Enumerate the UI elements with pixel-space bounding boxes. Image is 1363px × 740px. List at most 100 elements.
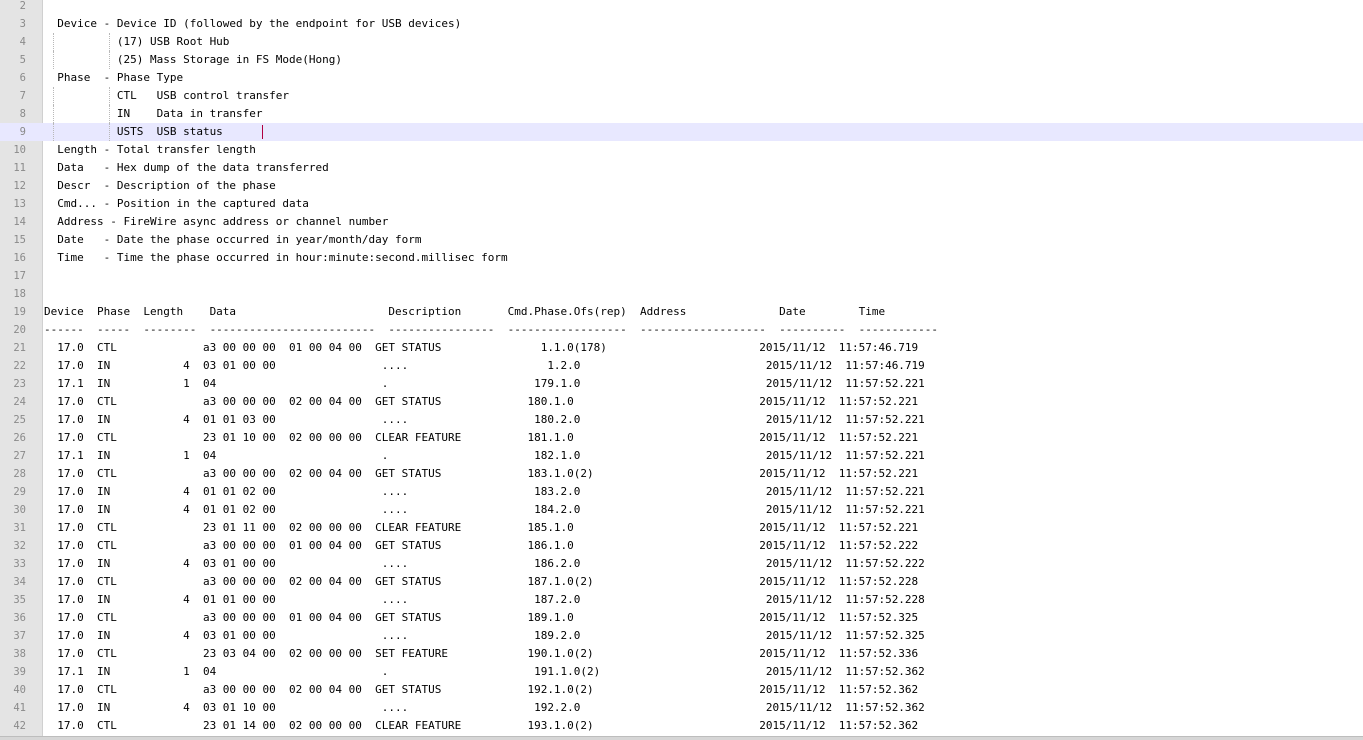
line-text: 17.0 CTL a3 00 00 00 02 00 04 00 GET STA…: [44, 467, 919, 480]
line-number: 33: [13, 558, 26, 570]
line-text: 17.1 IN 1 04 . 182.1.0 2015/11/12 11:57:…: [44, 449, 925, 462]
indent-guide: [53, 87, 54, 105]
editor-line[interactable]: 35 17.0 IN 4 01 01 00 00 .... 187.2.0 20…: [0, 591, 1363, 609]
line-number: 40: [13, 684, 26, 696]
editor-line[interactable]: 9 USTS USB status: [0, 123, 1363, 141]
text-editor[interactable]: 23 Device - Device ID (followed by the e…: [0, 0, 1363, 740]
indent-guide: [109, 87, 110, 105]
line-text: Cmd... - Position in the captured data: [44, 197, 309, 210]
editor-line[interactable]: 13 Cmd... - Position in the captured dat…: [0, 195, 1363, 213]
editor-line[interactable]: 40 17.0 CTL a3 00 00 00 02 00 04 00 GET …: [0, 681, 1363, 699]
line-text: 17.0 CTL a3 00 00 00 01 00 04 00 GET STA…: [44, 611, 919, 624]
line-text: 17.0 IN 4 03 01 10 00 .... 192.2.0 2015/…: [44, 701, 925, 714]
line-number: 13: [13, 198, 26, 210]
line-number: 15: [13, 234, 26, 246]
editor-line[interactable]: 28 17.0 CTL a3 00 00 00 02 00 04 00 GET …: [0, 465, 1363, 483]
line-number: 29: [13, 486, 26, 498]
line-text: 17.0 CTL a3 00 00 00 01 00 04 00 GET STA…: [44, 539, 919, 552]
line-number: 26: [13, 432, 26, 444]
editor-line[interactable]: 15 Date - Date the phase occurred in yea…: [0, 231, 1363, 249]
editor-line[interactable]: 17: [0, 267, 1363, 285]
editor-line[interactable]: 23 17.1 IN 1 04 . 179.1.0 2015/11/12 11:…: [0, 375, 1363, 393]
editor-line[interactable]: 2: [0, 0, 1363, 15]
line-text: Address - FireWire async address or chan…: [44, 215, 389, 228]
editor-line[interactable]: 26 17.0 CTL 23 01 10 00 02 00 00 00 CLEA…: [0, 429, 1363, 447]
editor-line[interactable]: 37 17.0 IN 4 03 01 00 00 .... 189.2.0 20…: [0, 627, 1363, 645]
line-number: 41: [13, 702, 26, 714]
editor-line[interactable]: 24 17.0 CTL a3 00 00 00 02 00 04 00 GET …: [0, 393, 1363, 411]
editor-line[interactable]: 29 17.0 IN 4 01 01 02 00 .... 183.2.0 20…: [0, 483, 1363, 501]
line-text: Time - Time the phase occurred in hour:m…: [44, 251, 508, 264]
line-number: 35: [13, 594, 26, 606]
horizontal-scrollbar[interactable]: [0, 736, 1363, 740]
editor-line[interactable]: 21 17.0 CTL a3 00 00 00 01 00 04 00 GET …: [0, 339, 1363, 357]
editor-line[interactable]: 12 Descr - Description of the phase: [0, 177, 1363, 195]
line-number: 9: [19, 126, 26, 138]
indent-guide: [109, 51, 110, 69]
editor-line[interactable]: 20 ------ ----- -------- ----------------…: [0, 321, 1363, 339]
line-number: 12: [13, 180, 26, 192]
editor-line[interactable]: 36 17.0 CTL a3 00 00 00 01 00 04 00 GET …: [0, 609, 1363, 627]
editor-line[interactable]: 5 (25) Mass Storage in FS Mode(Hong): [0, 51, 1363, 69]
editor-line[interactable]: 39 17.1 IN 1 04 . 191.1.0(2) 2015/11/12 …: [0, 663, 1363, 681]
editor-line[interactable]: 3 Device - Device ID (followed by the en…: [0, 15, 1363, 33]
line-number: 30: [13, 504, 26, 516]
line-number: 14: [13, 216, 26, 228]
editor-line[interactable]: 25 17.0 IN 4 01 01 03 00 .... 180.2.0 20…: [0, 411, 1363, 429]
editor-line[interactable]: 27 17.1 IN 1 04 . 182.1.0 2015/11/12 11:…: [0, 447, 1363, 465]
line-number: 18: [13, 288, 26, 300]
editor-line[interactable]: 8 IN Data in transfer: [0, 105, 1363, 123]
line-number: 11: [13, 162, 26, 174]
line-text: 17.0 IN 4 01 01 02 00 .... 183.2.0 2015/…: [44, 485, 925, 498]
line-text: Length - Total transfer length: [44, 143, 256, 156]
line-text: ------ ----- -------- ------------------…: [44, 323, 939, 336]
line-number: 38: [13, 648, 26, 660]
indent-guide: [109, 105, 110, 123]
line-text: 17.0 IN 4 03 01 00 00 .... 189.2.0 2015/…: [44, 629, 925, 642]
editor-line[interactable]: 30 17.0 IN 4 01 01 02 00 .... 184.2.0 20…: [0, 501, 1363, 519]
editor-line[interactable]: 14 Address - FireWire async address or c…: [0, 213, 1363, 231]
line-number: 3: [19, 18, 26, 30]
editor-line[interactable]: 31 17.0 CTL 23 01 11 00 02 00 00 00 CLEA…: [0, 519, 1363, 537]
line-text: 17.0 IN 4 01 01 03 00 .... 180.2.0 2015/…: [44, 413, 925, 426]
editor-line[interactable]: 34 17.0 CTL a3 00 00 00 02 00 04 00 GET …: [0, 573, 1363, 591]
line-number: 36: [13, 612, 26, 624]
editor-line[interactable]: 42 17.0 CTL 23 01 14 00 02 00 00 00 CLEA…: [0, 717, 1363, 735]
line-number: 31: [13, 522, 26, 534]
indent-guide: [53, 51, 54, 69]
line-text: 17.0 CTL a3 00 00 00 01 00 04 00 GET STA…: [44, 341, 919, 354]
line-number: 16: [13, 252, 26, 264]
line-number: 39: [13, 666, 26, 678]
line-number: 28: [13, 468, 26, 480]
line-text: 17.1 IN 1 04 . 179.1.0 2015/11/12 11:57:…: [44, 377, 925, 390]
editor-line[interactable]: 7 CTL USB control transfer: [0, 87, 1363, 105]
line-text: 17.0 CTL a3 00 00 00 02 00 04 00 GET STA…: [44, 395, 919, 408]
line-text: CTL USB control transfer: [44, 89, 290, 102]
editor-line[interactable]: 6 Phase - Phase Type: [0, 69, 1363, 87]
editor-line[interactable]: 11 Data - Hex dump of the data transferr…: [0, 159, 1363, 177]
editor-line[interactable]: 22 17.0 IN 4 03 01 00 00 .... 1.2.0 2015…: [0, 357, 1363, 375]
line-number: 6: [19, 72, 26, 84]
line-number: 5: [19, 54, 26, 66]
line-text: 17.0 CTL 23 01 11 00 02 00 00 00 CLEAR F…: [44, 521, 919, 534]
editor-line[interactable]: 32 17.0 CTL a3 00 00 00 01 00 04 00 GET …: [0, 537, 1363, 555]
line-text: 17.0 IN 4 03 01 00 00 .... 1.2.0 2015/11…: [44, 359, 925, 372]
line-number: 25: [13, 414, 26, 426]
line-text: 17.0 CTL 23 03 04 00 02 00 00 00 SET FEA…: [44, 647, 919, 660]
line-text: (17) USB Root Hub: [44, 35, 230, 48]
line-text: (25) Mass Storage in FS Mode(Hong): [44, 53, 343, 66]
line-number: 34: [13, 576, 26, 588]
line-text: 17.0 IN 4 01 01 00 00 .... 187.2.0 2015/…: [44, 593, 925, 606]
editor-line[interactable]: 4 (17) USB Root Hub: [0, 33, 1363, 51]
line-text: 17.0 CTL 23 01 14 00 02 00 00 00 CLEAR F…: [44, 719, 919, 732]
line-number: 23: [13, 378, 26, 390]
line-text: 17.0 IN 4 01 01 02 00 .... 184.2.0 2015/…: [44, 503, 925, 516]
line-text: USTS USB status: [44, 125, 223, 138]
editor-line[interactable]: 41 17.0 IN 4 03 01 10 00 .... 192.2.0 20…: [0, 699, 1363, 717]
editor-line[interactable]: 38 17.0 CTL 23 03 04 00 02 00 00 00 SET …: [0, 645, 1363, 663]
editor-line[interactable]: 19 Device Phase Length Data Description C…: [0, 303, 1363, 321]
editor-line[interactable]: 18: [0, 285, 1363, 303]
editor-line[interactable]: 10 Length - Total transfer length: [0, 141, 1363, 159]
editor-line[interactable]: 33 17.0 IN 4 03 01 00 00 .... 186.2.0 20…: [0, 555, 1363, 573]
editor-line[interactable]: 16 Time - Time the phase occurred in hou…: [0, 249, 1363, 267]
